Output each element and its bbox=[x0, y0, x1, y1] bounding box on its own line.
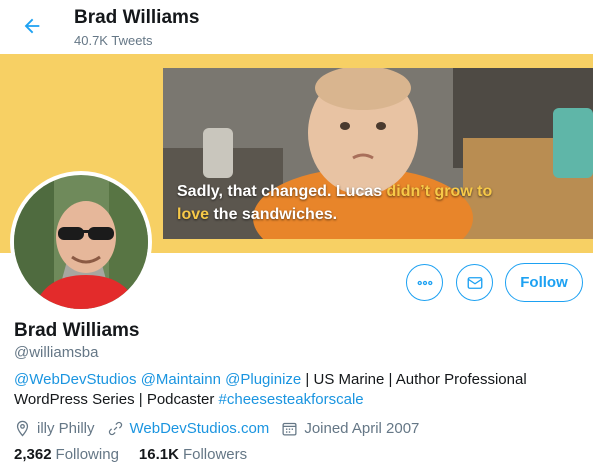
profile-stats: 2,362 Following 16.1K Followers bbox=[14, 446, 267, 463]
join-date: Joined April 2007 bbox=[281, 420, 419, 437]
tweet-count: 40.7K Tweets bbox=[74, 33, 153, 48]
caption-highlight-2: love bbox=[177, 206, 210, 223]
following-stat[interactable]: 2,362 Following bbox=[14, 446, 119, 463]
hashtag-link[interactable]: #cheesesteakforscale bbox=[219, 391, 364, 408]
website[interactable]: WebDevStudios.com bbox=[107, 420, 270, 437]
profile-meta: illy Philly WebDevStudios.com Joined Apr… bbox=[14, 417, 431, 439]
mention-link[interactable]: @Pluginize bbox=[225, 371, 301, 388]
calendar-icon bbox=[282, 422, 297, 436]
profile-name: Brad Williams bbox=[14, 320, 140, 341]
link-icon bbox=[108, 421, 122, 435]
avatar-photo bbox=[14, 175, 148, 309]
banner-photo: Sadly, that changed. Lucas didn’t grow t… bbox=[163, 68, 593, 239]
profile-header: Brad Williams 40.7K Tweets bbox=[0, 0, 593, 54]
header-title: Brad Williams bbox=[74, 7, 200, 28]
back-button[interactable] bbox=[14, 8, 50, 44]
mention-link[interactable]: @Maintainn bbox=[141, 371, 221, 388]
banner-caption: Sadly, that changed. Lucas didn’t grow t… bbox=[177, 180, 587, 226]
website-link[interactable]: WebDevStudios.com bbox=[130, 420, 270, 437]
followers-label: Followers bbox=[182, 446, 248, 463]
mention-link[interactable]: @WebDevStudios bbox=[14, 371, 137, 388]
more-button[interactable] bbox=[406, 264, 443, 301]
caption-text-2: the sandwiches. bbox=[209, 206, 338, 223]
following-count: 2,362 bbox=[14, 446, 52, 463]
mail-icon bbox=[467, 276, 482, 289]
location-icon bbox=[16, 420, 29, 437]
back-arrow-icon bbox=[24, 18, 40, 34]
avatar-frame[interactable] bbox=[10, 171, 152, 313]
join-date-text: Joined April 2007 bbox=[304, 419, 420, 437]
following-label: Following bbox=[55, 446, 119, 463]
profile-handle: @williamsba bbox=[14, 344, 99, 361]
profile-bio: @WebDevStudios @Maintainn @Pluginize | U… bbox=[14, 370, 534, 410]
follow-button[interactable]: Follow bbox=[505, 263, 583, 302]
avatar[interactable] bbox=[14, 175, 148, 309]
message-button[interactable] bbox=[456, 264, 493, 301]
location-text: illy Philly bbox=[37, 419, 95, 437]
caption-highlight-1: didn’t grow to bbox=[386, 183, 493, 200]
caption-text-1: Sadly, that changed. Lucas bbox=[177, 183, 387, 200]
followers-stat[interactable]: 16.1K Followers bbox=[139, 446, 247, 463]
followers-count: 16.1K bbox=[138, 446, 179, 463]
location: illy Philly bbox=[14, 420, 95, 437]
more-icon bbox=[417, 280, 432, 285]
